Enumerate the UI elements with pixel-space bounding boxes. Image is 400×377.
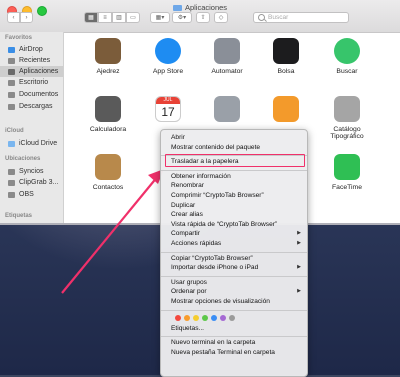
menu-item-label: Nueva pestaña Terminal en carpeta: [171, 348, 275, 356]
menu-item-label: Acciones rápidas: [171, 240, 222, 247]
menu-separator: [161, 275, 307, 277]
menu-item-label: Etiquetas...: [171, 324, 204, 332]
menu-item-label: Comprimir “CryptoTab Browser”: [171, 192, 264, 199]
tag-color-dot[interactable]: [193, 314, 199, 321]
menu-item[interactable]: Ordenar por ▶: [171, 288, 301, 295]
menu-item[interactable]: Compartir ▶: [171, 230, 301, 237]
menu-item[interactable]: Copiar “CryptoTab Browser”: [171, 255, 301, 262]
menu-item-label: Copiar “CryptoTab Browser”: [171, 254, 253, 262]
menu-item-label: Usar grupos: [171, 278, 207, 286]
menu-item[interactable]: Etiquetas...: [171, 325, 301, 332]
tag-color-dot[interactable]: [184, 314, 190, 321]
menu-item-label: Mostrar opciones de visualización: [171, 298, 270, 305]
menu-item-label: Obtener información: [171, 172, 231, 180]
tag-color-dot[interactable]: [229, 314, 235, 321]
menu-item[interactable]: Obtener información: [171, 173, 301, 180]
submenu-arrow-icon: ▶: [297, 240, 301, 246]
menu-item[interactable]: Nueva pestaña Terminal en carpeta: [171, 349, 301, 356]
menu-item[interactable]: Usar grupos: [171, 279, 301, 286]
tag-color-dot[interactable]: [202, 314, 208, 321]
menu-item-label: Importar desde iPhone o iPad: [171, 264, 259, 272]
menu-separator: [161, 309, 307, 311]
menu-item-label: Compartir: [171, 230, 200, 238]
menu-item[interactable]: Mostrar opciones de visualización: [171, 298, 301, 305]
menu-item[interactable]: Vista rápida de “CryptoTab Browser”: [171, 221, 301, 228]
menu-item-label: Renombrar: [171, 182, 204, 190]
annotation-arrow-line: [61, 175, 159, 294]
menu-item-label: Ordenar por: [171, 288, 207, 296]
highlight-box: [165, 154, 305, 167]
tag-color-dot[interactable]: [211, 314, 217, 321]
tag-color-dot[interactable]: [220, 314, 226, 321]
menu-separator: [161, 251, 307, 253]
submenu-arrow-icon: ▶: [297, 230, 301, 237]
menu-item-label: Crear alias: [171, 211, 203, 219]
menu-item[interactable]: Nuevo terminal en la carpeta: [171, 339, 301, 346]
menu-item-label: Abrir: [171, 134, 185, 141]
menu-item[interactable]: Mostrar contenido del paquete: [171, 144, 301, 151]
menu-item-label: Mostrar contenido del paquete: [171, 143, 261, 151]
menu-item-label: Duplicar: [171, 201, 196, 209]
menu-item[interactable]: Importar desde iPhone o iPad ▶: [171, 264, 301, 271]
submenu-arrow-icon: ▶: [297, 264, 301, 271]
menu-item[interactable]: Duplicar: [171, 202, 301, 209]
menu-item[interactable]: Crear alias: [171, 211, 301, 218]
submenu-arrow-icon: ▶: [297, 288, 301, 295]
menu-item[interactable]: Abrir: [171, 134, 301, 141]
menu-item-label: Nuevo terminal en la carpeta: [171, 339, 256, 347]
tag-color-dot[interactable]: [175, 314, 181, 321]
menu-item-label: Vista rápida de “CryptoTab Browser”: [171, 220, 278, 228]
menu-separator: [161, 336, 307, 337]
tag-color-row: [175, 314, 235, 321]
menu-separator: [161, 169, 307, 171]
menu-item[interactable]: Comprimir “CryptoTab Browser”: [171, 192, 301, 199]
menu-item[interactable]: Acciones rápidas ▶: [171, 240, 301, 247]
menu-item[interactable]: Renombrar: [171, 182, 301, 189]
